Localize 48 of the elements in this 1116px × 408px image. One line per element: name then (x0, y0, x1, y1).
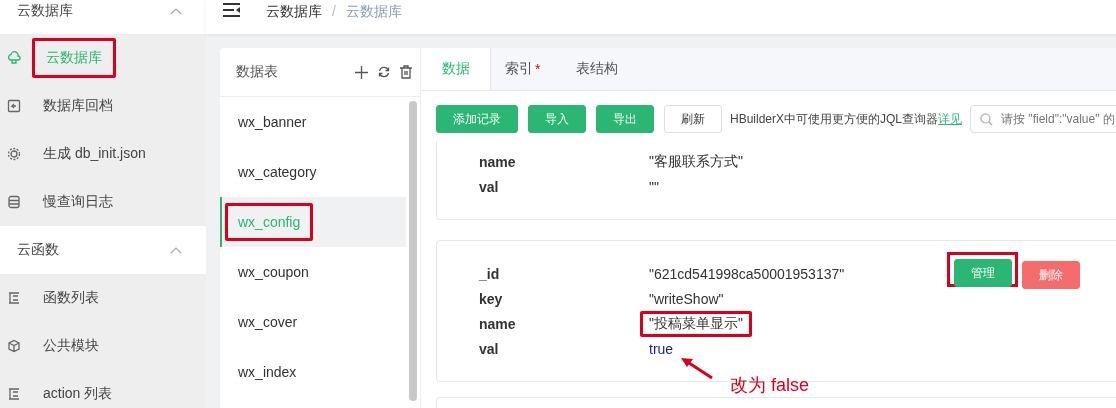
sidebar-item[interactable]: action 列表 (0, 370, 206, 408)
field-value: "writeShow" (649, 290, 724, 307)
plus-icon[interactable] (355, 65, 368, 79)
scrollbar[interactable] (409, 101, 417, 401)
sidebar-item[interactable]: 数据库回档 (0, 82, 206, 130)
field-key: val (479, 340, 649, 357)
field-value: true (649, 340, 674, 357)
field-value: "621cd541998ca50001953137" (649, 265, 845, 282)
section-title: 云数据库 (17, 2, 73, 20)
gear-icon (7, 147, 21, 161)
search-field[interactable]: 请按 "field":"value" 的 (970, 105, 1116, 133)
cloud-icon (7, 51, 21, 65)
breadcrumb-separator: / (332, 2, 336, 20)
panel-title: 数据表 (236, 63, 278, 81)
breadcrumb-item: 云数据库 (345, 2, 402, 20)
search-icon (980, 113, 994, 126)
menu-icon[interactable] (223, 3, 241, 17)
table-list-item[interactable]: wx_coupon (220, 247, 406, 297)
database-icon (7, 195, 21, 209)
field-value: "投稿菜单显示" (640, 310, 752, 337)
table-list-item[interactable]: wx_banner (220, 97, 406, 147)
required-mark: * (535, 61, 541, 77)
table-list-item[interactable]: wx_index (220, 347, 406, 397)
refresh-icon[interactable] (378, 66, 390, 78)
sidebar-item[interactable]: 函数列表 (0, 274, 206, 322)
annotation-text: 改为 false (730, 374, 810, 397)
field-key: key (479, 290, 649, 307)
field-key: val (479, 178, 649, 195)
refresh-button[interactable]: 刷新 (664, 105, 722, 133)
arrow-annotation (680, 356, 714, 380)
tab[interactable]: 表结构 (562, 48, 641, 90)
list-icon (7, 291, 21, 305)
trash-icon[interactable] (400, 65, 412, 79)
field-value: "" (649, 178, 659, 195)
sidebar-item[interactable]: 生成 db_init.json (0, 130, 206, 178)
field-value: "客服联系方式" (649, 152, 743, 171)
field-key: name (479, 153, 649, 170)
sidebar-item[interactable]: 公共模块 (0, 322, 206, 370)
history-icon (7, 99, 21, 113)
breadcrumb-item[interactable]: 云数据库 (266, 2, 322, 20)
hint-text: HBuilderX中可使用更方便的JQL查询器 (730, 110, 939, 128)
cube-icon (7, 339, 21, 353)
table-list-item[interactable]: wx_category (220, 147, 406, 197)
section-title: 云函数 (17, 241, 59, 259)
field-key: _id (479, 265, 649, 282)
sidebar-item[interactable]: 慢查询日志 (0, 178, 206, 226)
table-list-item[interactable]: wx_cover (220, 297, 406, 347)
list-icon (7, 387, 21, 401)
